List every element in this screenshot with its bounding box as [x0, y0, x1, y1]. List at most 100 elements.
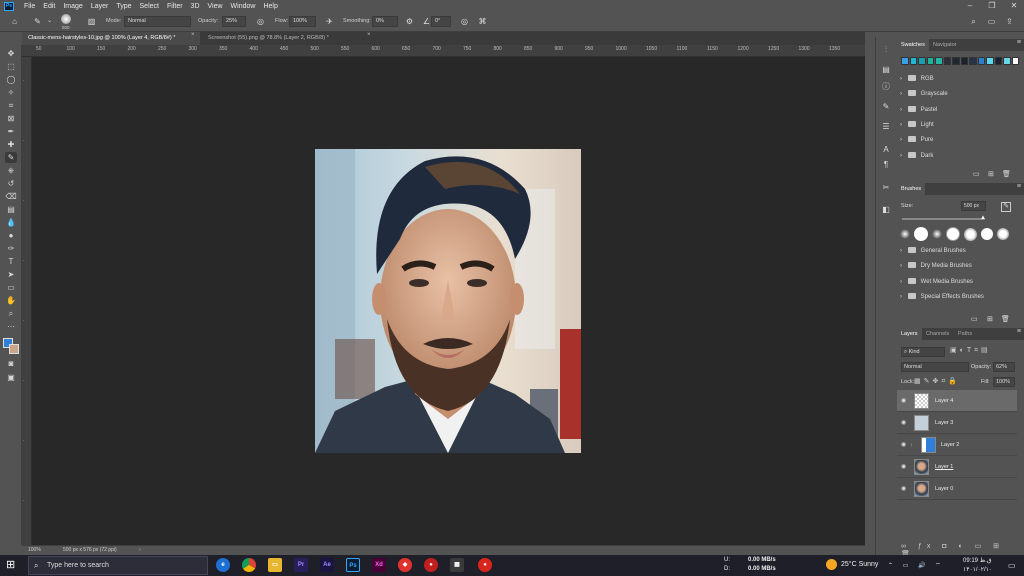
menu-help[interactable]: Help [259, 3, 281, 10]
gradient-tool-icon[interactable]: ▤ [5, 204, 17, 215]
tab-paths[interactable]: Paths [954, 328, 976, 340]
properties-icon[interactable]: ☰ [880, 121, 892, 133]
brush-group-wet-media[interactable]: › Wet Media Brushes [900, 275, 1018, 290]
tab-brushes[interactable]: Brushes [897, 183, 926, 195]
fill-field[interactable]: 100% [993, 377, 1015, 387]
path-select-tool-icon[interactable]: ➤ [5, 269, 17, 280]
brush-tip-soft[interactable] [964, 227, 977, 241]
blur-tool-icon[interactable]: 💧 [5, 217, 17, 228]
color-swatch[interactable] [935, 57, 943, 65]
pen-tool-icon[interactable]: ✑ [5, 243, 17, 254]
background-color-swatch[interactable] [9, 344, 19, 354]
chrome-app-icon[interactable] [242, 558, 256, 572]
color-swatch[interactable] [926, 57, 934, 65]
character-icon[interactable]: A [880, 144, 892, 156]
crop-tool-icon[interactable]: ⌗ [5, 100, 17, 111]
windows-start-icon[interactable]: ⊞ [6, 558, 15, 571]
info-icon[interactable]: ⓘ [880, 81, 892, 93]
frame-tool-icon[interactable]: ⊠ [5, 113, 17, 124]
brush-group-general[interactable]: › General Brushes [900, 244, 1018, 259]
tab-navigator[interactable]: Navigator [929, 39, 961, 51]
layer-name[interactable]: Layer 1 [935, 464, 953, 470]
brush-tip-hard[interactable] [981, 228, 993, 240]
eye-icon[interactable]: ◉ [901, 397, 906, 404]
chevron-down-icon[interactable]: ⌄ [44, 16, 55, 27]
layer-row[interactable]: ◉ Layer 0 [897, 478, 1017, 500]
layer-row[interactable]: ◉ Layer 4 [897, 390, 1017, 412]
healing-tool-icon[interactable]: ✚ [5, 139, 17, 150]
eye-icon[interactable]: ◉ [901, 419, 906, 426]
swatch-group-grayscale[interactable]: › Grayscale [900, 87, 1018, 102]
tab-layers[interactable]: Layers [897, 328, 922, 340]
layer-opacity-field[interactable]: 62% [993, 362, 1015, 372]
color-swatch[interactable] [909, 57, 917, 65]
new-brush-icon[interactable]: ⊞ [987, 315, 993, 323]
trash-icon[interactable]: 🗑 [1002, 170, 1011, 178]
calculator-app-icon[interactable]: ▦ [450, 558, 464, 572]
zoom-level[interactable]: 100% [28, 546, 41, 555]
color-swatch[interactable] [1003, 57, 1011, 65]
paragraph-icon[interactable]: ¶ [880, 159, 892, 171]
gear-icon[interactable]: ⚙ [404, 16, 415, 27]
zoom-tool-icon[interactable]: ⌕ [5, 308, 17, 319]
document-image[interactable] [315, 149, 581, 453]
menu-layer[interactable]: Layer [87, 3, 113, 10]
dodge-tool-icon[interactable]: ● [5, 230, 17, 241]
clock-date[interactable]: ۱۴۰۱/۰۲/۱۰ [963, 566, 992, 573]
premiere-app-icon[interactable]: Pr [294, 558, 308, 572]
more-tools-icon[interactable]: ⋯ [5, 321, 17, 332]
photoshop-app-icon[interactable]: Ps [346, 558, 360, 572]
color-swatch[interactable] [901, 57, 909, 65]
swatch-group-pastel[interactable]: › Pastel [900, 103, 1018, 118]
menu-image[interactable]: Image [59, 3, 86, 10]
history-brush-tool-icon[interactable]: ↺ [5, 178, 17, 189]
swatch-group-light[interactable]: › Light [900, 118, 1018, 133]
eye-icon[interactable]: ◉ [901, 463, 906, 470]
menu-select[interactable]: Select [136, 3, 163, 10]
color-swatch[interactable] [994, 57, 1002, 65]
eraser-tool-icon[interactable]: ⌫ [5, 191, 17, 202]
eye-icon[interactable]: ◉ [901, 485, 906, 492]
history-icon[interactable]: ⫶ [880, 44, 892, 56]
libraries-icon[interactable]: ◧ [880, 204, 892, 216]
tab-document-1[interactable]: Classic-mens-hairstyles-10.jpg @ 100% (L… [22, 32, 200, 45]
color-swatch[interactable] [943, 57, 951, 65]
screen-mode-icon[interactable]: ▣ [5, 372, 17, 383]
minimize-icon[interactable]: – [960, 0, 980, 12]
tab-document-2[interactable]: Screenshot (55).png @ 78.8% (Layer 2, RG… [202, 32, 367, 45]
workspace-icon[interactable]: ▭ [986, 16, 997, 27]
color-swatch[interactable] [918, 57, 926, 65]
tray-icons[interactable]: ⌃ ▭ 🔊 ⌔ [888, 561, 945, 569]
brush-panel-toggle-icon[interactable]: ▨ [86, 16, 97, 27]
close-icon[interactable]: × [367, 32, 371, 38]
brush-tool-icon[interactable]: ✎ [5, 152, 17, 163]
brush-group-dry-media[interactable]: › Dry Media Brushes [900, 259, 1018, 274]
adjustments-icon[interactable]: ▤ [880, 64, 892, 76]
trash-icon[interactable]: 🗑 [1001, 315, 1010, 323]
layer-row[interactable]: ◉ ↓ Layer 2 [897, 434, 1017, 456]
swatch-group-rgb[interactable]: › RGB [900, 72, 1018, 87]
color-swatch[interactable] [952, 57, 960, 65]
menu-type[interactable]: Type [112, 3, 135, 10]
hand-tool-icon[interactable]: ✋ [5, 295, 17, 306]
eye-icon[interactable]: ◉ [901, 441, 906, 448]
brush-tip-soft[interactable] [997, 228, 1009, 240]
lock-icons[interactable]: ▦✎✥⌗🔒 [914, 377, 960, 386]
type-tool-icon[interactable]: T [5, 256, 17, 267]
media-app-icon[interactable]: ● [424, 558, 438, 572]
close-icon[interactable]: ✕ [1004, 0, 1024, 12]
search-icon[interactable]: ⌕ [968, 16, 979, 27]
clock-time[interactable]: 09:19 ق.ظ [963, 557, 992, 564]
taskbar-search-input[interactable]: ⌕ Type here to search [28, 556, 208, 575]
swatch-group-dark[interactable]: › Dark [900, 149, 1018, 164]
color-swatch[interactable] [960, 57, 968, 65]
tools-presets-icon[interactable]: ✂ [880, 182, 892, 194]
angle-field[interactable]: 0° [431, 16, 451, 27]
menu-file[interactable]: File [20, 3, 39, 10]
file-explorer-icon[interactable]: ▭ [268, 558, 282, 572]
layer-name[interactable]: Layer 2 [941, 442, 959, 448]
shape-tool-icon[interactable]: ▭ [5, 282, 17, 293]
tab-channels[interactable]: Channels [922, 328, 953, 340]
mode-select[interactable]: Normal [124, 16, 191, 27]
new-swatch-icon[interactable]: ⊞ [988, 170, 994, 178]
